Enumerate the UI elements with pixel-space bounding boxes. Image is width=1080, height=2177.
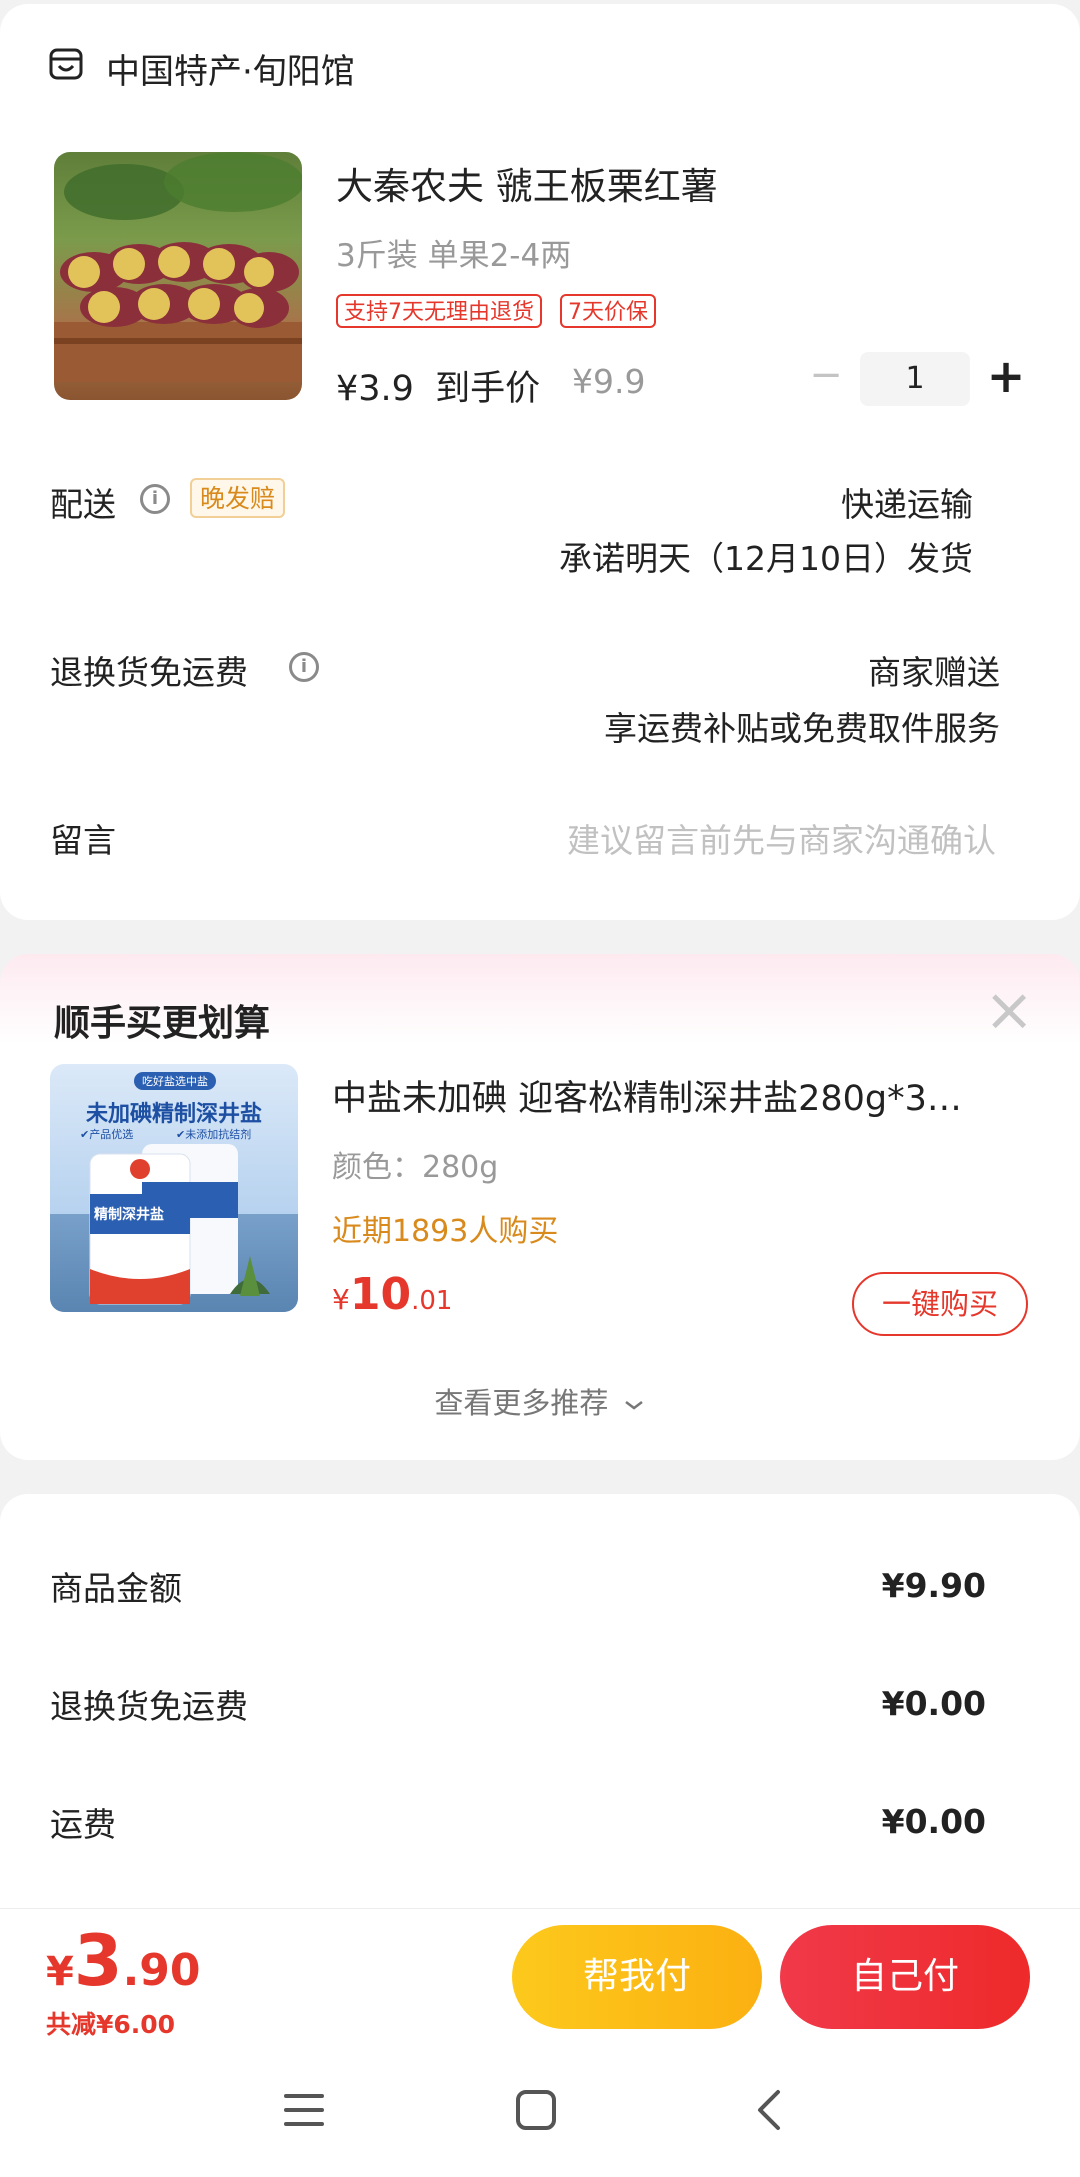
message-input[interactable]: 建议留言前先与商家沟通确认 (567, 814, 996, 862)
image-sub2: ✔未添加抗结剂 (176, 1128, 252, 1141)
shop-name: 中国特产·旬阳馆 (106, 52, 355, 92)
original-price: ¥9.9 (572, 362, 646, 401)
return-free-label: 退换货免运费 (50, 653, 248, 692)
message-label: 留言 (50, 821, 116, 860)
summary-card: 商品金额 ¥9.90 退换货免运费 ¥0.00 运费 ¥0.00 (0, 1494, 1080, 1914)
recommend-card: 顺手买更划算 × 吃好盐选中盐 未加碘精制深井盐 ✔产品优选 ✔未添加抗结剂 精… (0, 954, 1080, 1460)
summary-shipping-value: ¥0.00 (881, 1802, 986, 1841)
close-icon[interactable]: × (984, 980, 1034, 1040)
summary-shipping-label: 运费 (50, 1805, 116, 1844)
price-integer: 10 (349, 1269, 412, 1320)
image-sub1: ✔产品优选 (80, 1128, 134, 1141)
info-icon[interactable]: i (140, 484, 170, 514)
return-free-desc: 享运费补贴或免费取件服务 (604, 709, 1000, 748)
quantity-plus-button[interactable]: + (984, 348, 1028, 404)
total-symbol: ¥ (46, 1949, 74, 1995)
image-banner: 未加碘精制深井盐 (85, 1102, 262, 1127)
tag-7-day-return: 支持7天无理由退货 (336, 294, 542, 328)
one-click-buy-button[interactable]: 一键购买 (852, 1272, 1028, 1336)
late-ship-badge: 晚发赔 (190, 478, 286, 518)
sweet-potato-illustration (54, 152, 302, 382)
recommend-product-image[interactable]: 吃好盐选中盐 未加碘精制深井盐 ✔产品优选 ✔未添加抗结剂 精制深井盐 (50, 1064, 298, 1312)
order-card: 中国特产·旬阳馆 大秦农夫 虢王板栗红薯 3斤装 单果2-4两 支持7天无理由退… (0, 4, 1080, 920)
quantity-value: 1 (905, 361, 925, 396)
bottom-bar: ¥3.90 共减¥6.00 帮我付 自己付 (0, 1908, 1080, 2053)
menu-icon[interactable] (282, 2090, 326, 2130)
back-icon[interactable] (752, 2088, 788, 2132)
price-value: 3.9 (358, 369, 414, 409)
recommend-product-price: ¥10.01 (332, 1270, 452, 1329)
product-image[interactable] (54, 152, 302, 400)
discount-text: 共减¥6.00 (46, 2010, 176, 2039)
see-more-recommend[interactable]: 查看更多推荐 (0, 1380, 1080, 1422)
info-icon[interactable]: i (289, 652, 319, 682)
price-symbol: ¥ (332, 1283, 350, 1316)
price-decimal: .01 (411, 1286, 453, 1316)
see-more-label: 查看更多推荐 (434, 1386, 609, 1420)
summary-goods-value: ¥9.90 (881, 1566, 986, 1605)
recommend-product-sales: 近期1893人购买 (332, 1214, 559, 1249)
plus-icon: + (986, 349, 1026, 403)
summary-return-label: 退换货免运费 (50, 1687, 248, 1726)
recommend-product-title[interactable]: 中盐未加碘 迎客松精制深井盐280g*3… (332, 1070, 1032, 1121)
self-pay-button[interactable]: 自己付 (780, 1925, 1030, 2029)
product-price: ¥3.9 到手价 (336, 360, 540, 411)
image-top-label: 吃好盐选中盐 (134, 1072, 216, 1090)
product-spec: 3斤装 单果2-4两 (336, 238, 572, 274)
price-suffix: 到手价 (435, 369, 541, 409)
shop-icon (49, 48, 83, 80)
recommend-product-color: 颜色：280g (332, 1150, 499, 1185)
recommend-header: 顺手买更划算 (54, 1003, 271, 1044)
quantity-minus-button[interactable]: − (806, 350, 846, 400)
return-free-value: 商家赠送 (868, 653, 1000, 692)
image-bag-label: 精制深井盐 (94, 1207, 164, 1223)
home-icon[interactable] (514, 2088, 558, 2132)
help-pay-button[interactable]: 帮我付 (512, 1925, 762, 2029)
price-symbol: ¥ (336, 369, 359, 409)
delivery-promise: 承诺明天（12月10日）发货 (559, 539, 973, 578)
summary-return-value: ¥0.00 (881, 1684, 986, 1723)
chevron-down-icon (624, 1401, 643, 1410)
tag-price-protect: 7天价保 (560, 294, 656, 328)
delivery-method[interactable]: 快递运输 (841, 478, 973, 526)
summary-goods-label: 商品金额 (50, 1569, 182, 1608)
delivery-label: 配送 (50, 485, 116, 524)
quantity-input[interactable]: 1 (860, 352, 970, 406)
minus-icon: − (809, 352, 843, 398)
system-nav-bar (0, 2052, 1080, 2177)
total-integer: 3 (73, 1920, 123, 2002)
total-decimal: .90 (122, 1945, 201, 1996)
product-title: 大秦农夫 虢王板栗红薯 (336, 165, 718, 208)
